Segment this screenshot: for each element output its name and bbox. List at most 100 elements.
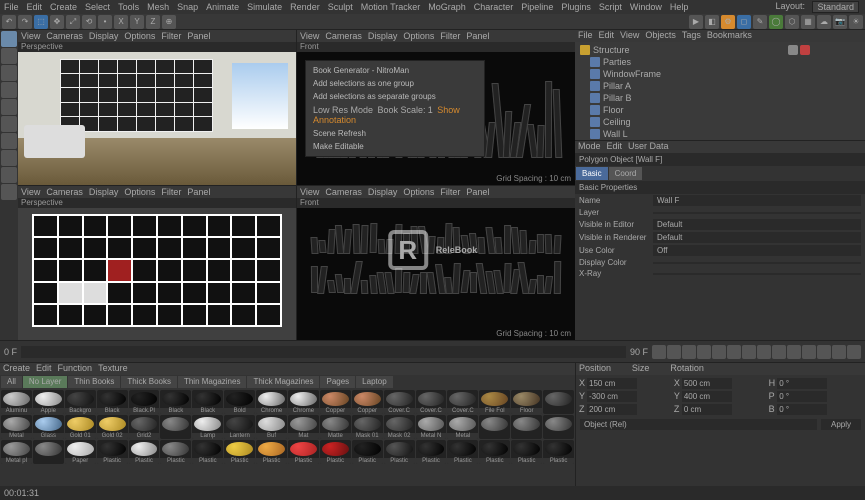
vp-menu-item[interactable]: Display — [89, 31, 119, 41]
material-swatch[interactable]: Plastic — [511, 440, 542, 464]
menu-window[interactable]: Window — [630, 2, 662, 12]
vp-menu-item[interactable]: View — [21, 31, 40, 41]
menu-simulate[interactable]: Simulate — [247, 2, 282, 12]
edge-mode-icon[interactable] — [1, 99, 17, 115]
xray-checkbox[interactable] — [653, 273, 861, 275]
pos-z-field[interactable] — [587, 404, 637, 415]
menu-character[interactable]: Character — [474, 2, 514, 12]
ctx-item[interactable]: Make Editable — [309, 140, 481, 153]
menu-motion tracker[interactable]: Motion Tracker — [361, 2, 421, 12]
rp-menu-item[interactable]: Bookmarks — [707, 30, 752, 42]
locked-icon[interactable] — [1, 184, 17, 200]
material-swatch[interactable]: Copper — [352, 390, 383, 414]
tree-item[interactable]: WindowFrame — [577, 68, 783, 80]
menu-select[interactable]: Select — [85, 2, 110, 12]
redo-icon[interactable]: ↷ — [18, 15, 32, 29]
material-swatch[interactable]: Metal pl — [1, 440, 32, 464]
material-swatch[interactable]: Buf — [256, 415, 287, 439]
material-grid[interactable]: AluminuAppleBackgroBlackBlack.PlBlackBla… — [0, 389, 575, 486]
pos-key-icon[interactable] — [802, 345, 816, 359]
material-swatch[interactable]: Backgro — [65, 390, 96, 414]
ctx-item[interactable]: Low Res Mode Book Scale: 1 Show Annotati… — [309, 103, 481, 127]
vp-menu-item[interactable]: Cameras — [325, 187, 362, 197]
tree-item[interactable]: Pillar A — [577, 80, 783, 92]
material-swatch[interactable]: Bold — [224, 390, 255, 414]
rp-menu-item[interactable]: Edit — [599, 30, 615, 42]
layer-field[interactable] — [653, 212, 861, 214]
autokey-icon[interactable] — [772, 345, 786, 359]
ctx-item[interactable]: Scene Refresh — [309, 127, 481, 140]
material-swatch[interactable] — [33, 440, 64, 464]
rot-p-field[interactable] — [777, 391, 827, 402]
viewport-1[interactable]: ViewCamerasDisplayOptionsFilterPanel Per… — [18, 30, 296, 185]
material-swatch[interactable]: Metal — [1, 415, 32, 439]
material-swatch[interactable]: Black — [192, 390, 223, 414]
material-swatch[interactable]: Grid2 — [129, 415, 160, 439]
point-mode-icon[interactable] — [1, 82, 17, 98]
material-swatch[interactable]: Plastic — [192, 440, 223, 464]
material-swatch[interactable]: Copper — [320, 390, 351, 414]
tag-icon[interactable] — [788, 45, 798, 55]
material-swatch[interactable]: Paper — [65, 440, 96, 464]
tag-icon[interactable] — [800, 45, 810, 55]
material-swatch[interactable]: Plastic — [543, 440, 574, 464]
viewport-2-canvas[interactable]: Book Generator - NitroMan Add selections… — [297, 52, 575, 185]
size-x-field[interactable] — [682, 378, 732, 389]
att-menu-item[interactable]: User Data — [628, 141, 669, 153]
undo-icon[interactable]: ↶ — [2, 15, 16, 29]
att-menu-item[interactable]: Mode — [578, 141, 601, 153]
rp-menu-item[interactable]: Tags — [682, 30, 701, 42]
material-swatch[interactable]: Black — [160, 390, 191, 414]
mat-category[interactable]: Pages — [320, 376, 355, 388]
vp-menu-item[interactable]: Filter — [440, 187, 460, 197]
material-swatch[interactable]: Gold 01 — [65, 415, 96, 439]
move-icon[interactable]: ✥ — [50, 15, 64, 29]
material-swatch[interactable]: Apple — [33, 390, 64, 414]
tree-item[interactable]: Floor — [577, 104, 783, 116]
vp-menu-item[interactable]: Display — [368, 187, 398, 197]
menu-pipeline[interactable]: Pipeline — [521, 2, 553, 12]
frame-end[interactable]: 90 F — [630, 347, 648, 357]
material-swatch[interactable]: Matte — [320, 415, 351, 439]
tree-item[interactable]: Parties — [577, 56, 783, 68]
material-swatch[interactable]: Cover.C — [447, 390, 478, 414]
mat-menu-item[interactable]: Texture — [98, 363, 128, 375]
layout-dropdown[interactable]: Standard — [812, 1, 859, 13]
polygon-mode-icon[interactable] — [1, 116, 17, 132]
menu-render[interactable]: Render — [290, 2, 320, 12]
display-color-field[interactable] — [653, 262, 861, 264]
apply-button[interactable]: Apply — [821, 419, 861, 430]
viewport-4-canvas[interactable]: Grid Spacing : 10 cm — [297, 208, 575, 341]
tree-item[interactable]: Structure — [577, 44, 783, 56]
mat-menu-item[interactable]: Edit — [36, 363, 52, 375]
tree-item[interactable]: Pillar B — [577, 92, 783, 104]
texture-mode-icon[interactable] — [1, 65, 17, 81]
vp-menu-item[interactable]: Options — [403, 31, 434, 41]
keyframe-icon[interactable] — [787, 345, 801, 359]
material-swatch[interactable] — [511, 415, 542, 439]
play-icon[interactable] — [697, 345, 711, 359]
vp-menu-item[interactable]: View — [300, 31, 319, 41]
material-swatch[interactable]: Plastic — [320, 440, 351, 464]
vp-menu-item[interactable]: Options — [124, 31, 155, 41]
rp-menu-item[interactable]: View — [620, 30, 639, 42]
visible-renderer-dropdown[interactable]: Default — [653, 232, 861, 243]
rotate-icon[interactable]: ⟲ — [82, 15, 96, 29]
object-mode-icon[interactable] — [1, 48, 17, 64]
tool-icon[interactable]: • — [98, 15, 112, 29]
material-swatch[interactable]: Chrome — [288, 390, 319, 414]
menu-mograph[interactable]: MoGraph — [428, 2, 466, 12]
material-swatch[interactable]: Chrome — [256, 390, 287, 414]
material-swatch[interactable]: Black — [97, 390, 128, 414]
material-swatch[interactable]: Plastic — [479, 440, 510, 464]
tab-basic[interactable]: Basic — [576, 167, 608, 180]
material-swatch[interactable] — [160, 415, 191, 439]
vp-menu-item[interactable]: Options — [403, 187, 434, 197]
material-swatch[interactable]: Aluminu — [1, 390, 32, 414]
next-frame-icon[interactable] — [712, 345, 726, 359]
object-manager[interactable]: StructurePartiesWindowFramePillar APilla… — [575, 42, 865, 140]
menu-plugins[interactable]: Plugins — [561, 2, 591, 12]
deformer-icon[interactable]: ▦ — [801, 15, 815, 29]
live-select-icon[interactable]: ⬚ — [34, 15, 48, 29]
prev-key-icon[interactable] — [667, 345, 681, 359]
